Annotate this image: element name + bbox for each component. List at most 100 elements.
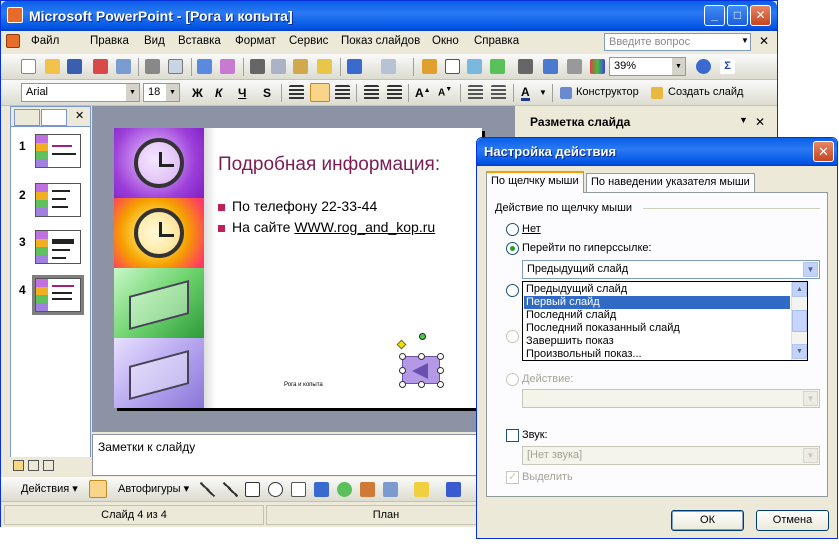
open-icon[interactable]	[45, 59, 60, 74]
align-center-icon[interactable]	[310, 83, 330, 102]
hyperlink-dropdown-list[interactable]: Предыдущий слайд Первый слайд Последний …	[522, 281, 808, 361]
numbering-icon[interactable]	[364, 85, 379, 100]
tab-slides[interactable]	[41, 109, 67, 126]
designer-button[interactable]: Конструктор	[576, 86, 639, 98]
fill-color-icon[interactable]	[414, 482, 429, 497]
chevron-down-icon[interactable]: ▼	[672, 58, 685, 75]
dropdown-option[interactable]: Произвольный показ...	[524, 348, 790, 361]
menu-view[interactable]: Вид	[144, 35, 165, 47]
menu-format[interactable]: Формат	[235, 35, 276, 47]
show-formatting-icon[interactable]	[543, 59, 558, 74]
paste-icon[interactable]	[293, 59, 308, 74]
clipart-icon[interactable]	[360, 482, 375, 497]
radio-run-program[interactable]	[506, 284, 519, 297]
select-pointer-icon[interactable]	[89, 480, 107, 498]
scroll-thumb[interactable]	[792, 310, 807, 332]
maximize-button[interactable]: □	[727, 5, 748, 26]
ok-button[interactable]: ОК	[671, 510, 744, 531]
oval-icon[interactable]	[268, 482, 283, 497]
close-button[interactable]: ✕	[750, 5, 771, 26]
dialog-close-button[interactable]: ✕	[813, 141, 834, 162]
align-right-icon[interactable]	[335, 85, 350, 100]
autoshapes-menu-button[interactable]: Автофигуры ▾	[118, 482, 189, 495]
line-color-icon[interactable]	[446, 482, 461, 497]
decrease-indent-icon[interactable]	[468, 85, 483, 100]
new-icon[interactable]	[21, 59, 36, 74]
rotate-handle[interactable]	[419, 333, 426, 340]
slide-sorter-icon[interactable]	[28, 460, 39, 471]
table-icon[interactable]	[445, 59, 460, 74]
slide-thumbnail-1[interactable]	[35, 134, 81, 168]
zoom-select[interactable]: 39% ▼	[609, 57, 686, 76]
font-color-icon[interactable]: A	[521, 86, 530, 101]
help-icon[interactable]	[696, 59, 711, 74]
notes-pane[interactable]: Заметки к слайду	[92, 434, 515, 476]
print-icon[interactable]	[145, 59, 160, 74]
chevron-down-icon[interactable]: ▼	[739, 115, 748, 125]
menu-window[interactable]: Окно	[432, 35, 459, 47]
grid-icon[interactable]	[567, 59, 582, 74]
italic-button[interactable]: К	[215, 86, 222, 100]
insert-hyperlink-icon[interactable]	[490, 59, 505, 74]
redo-icon[interactable]	[381, 59, 396, 74]
format-painter-icon[interactable]	[317, 59, 332, 74]
sound-checkbox[interactable]	[506, 429, 519, 442]
expand-collapse-icon[interactable]	[518, 59, 533, 74]
menu-file[interactable]: Файл	[31, 35, 59, 47]
menu-edit[interactable]: Правка	[90, 35, 129, 47]
print-preview-icon[interactable]	[168, 59, 183, 74]
tab-mouse-over[interactable]: По наведении указателя мыши	[586, 173, 755, 192]
site-link[interactable]: WWW.rog_and_kop.ru	[294, 219, 435, 235]
tab-outline[interactable]	[14, 109, 40, 126]
actions-menu-button[interactable]: Действия ▾	[21, 482, 78, 495]
email-icon[interactable]	[116, 59, 131, 74]
slideshow-icon[interactable]	[43, 460, 54, 471]
dropdown-option[interactable]: Завершить показ	[524, 335, 790, 348]
cancel-button[interactable]: Отмена	[756, 510, 829, 531]
dropdown-option[interactable]: Последний слайд	[524, 309, 790, 322]
textbox-icon[interactable]	[291, 482, 306, 497]
tables-borders-icon[interactable]	[467, 59, 482, 74]
bullets-icon[interactable]	[387, 85, 402, 100]
dropdown-option-selected[interactable]: Первый слайд	[524, 296, 790, 309]
research-icon[interactable]	[220, 59, 235, 74]
slide-thumbnail-3[interactable]	[35, 230, 81, 264]
chart-icon[interactable]	[422, 59, 437, 74]
undo-icon[interactable]	[347, 59, 362, 74]
resize-handle[interactable]	[399, 353, 406, 360]
close-icon[interactable]: ✕	[75, 109, 84, 122]
spelling-icon[interactable]	[197, 59, 212, 74]
tab-mouse-click[interactable]: По щелчку мыши	[486, 171, 584, 193]
bold-button[interactable]: Ж	[192, 86, 203, 100]
document-icon[interactable]	[6, 34, 20, 48]
radio-none[interactable]	[506, 223, 519, 236]
resize-handle[interactable]	[399, 381, 406, 388]
underline-button[interactable]: Ч	[238, 86, 246, 100]
chevron-down-icon[interactable]: ▼	[166, 84, 179, 101]
rectangle-icon[interactable]	[245, 482, 260, 497]
wordart-icon[interactable]	[314, 482, 329, 497]
shadow-button[interactable]: S	[263, 86, 271, 100]
bullet-site[interactable]: На сайте WWW.rog_and_kop.ru	[218, 219, 435, 235]
color-grayscale-icon[interactable]	[590, 59, 605, 74]
dropdown-option[interactable]: Предыдущий слайд	[524, 283, 790, 296]
align-left-icon[interactable]	[289, 85, 304, 100]
scroll-up-icon[interactable]: ▲	[792, 282, 807, 297]
close-document-icon[interactable]: ✕	[759, 34, 769, 48]
line-icon[interactable]	[200, 482, 215, 497]
decrease-font-icon[interactable]: A▼	[438, 86, 452, 98]
bullet-phone[interactable]: По телефону 22-33-44	[218, 198, 377, 214]
menu-slideshow[interactable]: Показ слайдов	[341, 35, 420, 47]
powerpoint-app-icon[interactable]	[7, 7, 23, 23]
resize-handle[interactable]	[437, 381, 444, 388]
chevron-down-icon[interactable]: ▼	[741, 36, 749, 45]
resize-handle[interactable]	[418, 353, 425, 360]
resize-handle[interactable]	[399, 367, 406, 374]
dropdown-option[interactable]: Последний показанный слайд	[524, 322, 790, 335]
radio-hyperlink[interactable]	[506, 242, 519, 255]
minimize-button[interactable]: _	[704, 5, 725, 26]
menu-help[interactable]: Справка	[474, 35, 519, 47]
chevron-down-icon[interactable]: ▼	[126, 84, 139, 101]
arrow-icon[interactable]	[223, 482, 238, 497]
hyperlink-select[interactable]: Предыдущий слайд ▼	[522, 260, 820, 279]
